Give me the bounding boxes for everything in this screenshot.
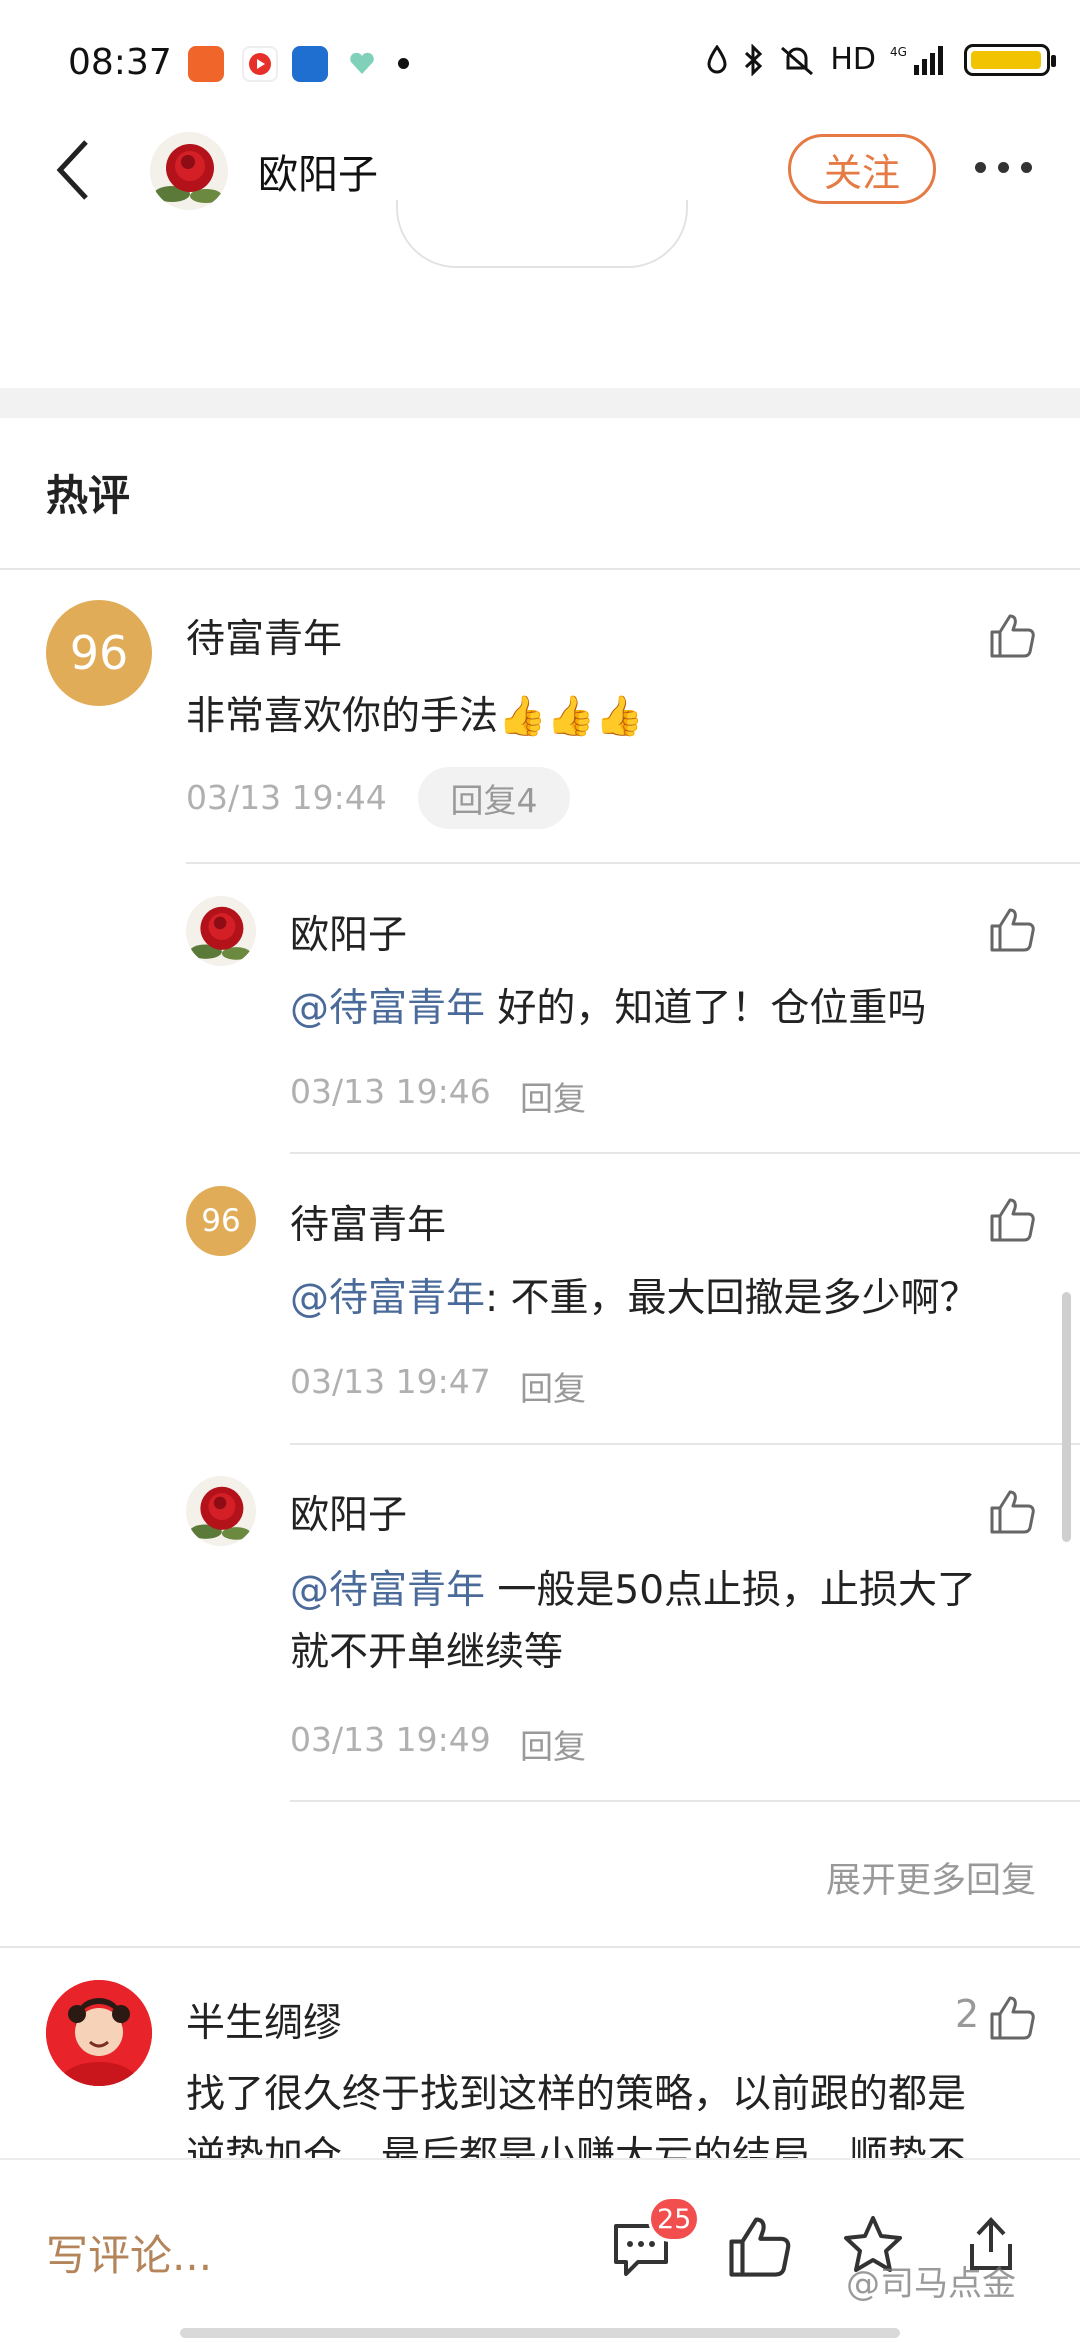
more-dot — [998, 162, 1009, 173]
more-dot — [975, 162, 986, 173]
reply-username[interactable]: 欧阳子 — [290, 1484, 407, 1540]
follow-button[interactable]: 关注 — [788, 134, 936, 204]
comment-body: 非常喜欢你的手法 — [186, 694, 499, 739]
reply-button[interactable]: 回复 — [520, 1362, 586, 1410]
water-drop-icon — [707, 44, 727, 73]
comment-count-badge: 25 — [648, 2196, 701, 2242]
like-post-button[interactable] — [726, 2214, 792, 2280]
like-count: 2 — [955, 1992, 980, 2036]
header-username[interactable]: 欧阳子 — [258, 142, 378, 200]
divider — [290, 1800, 1080, 1802]
avatar[interactable]: 96 — [186, 1186, 256, 1256]
reply-line: @待富青年 一般是50点止损，止损大了 — [290, 1560, 1030, 1622]
reply-time: 03/13 19:47 — [290, 1362, 491, 1401]
more-button[interactable] — [975, 162, 1032, 173]
svg-text:4G: 4G — [890, 45, 907, 59]
scrollbar[interactable] — [1062, 1292, 1071, 1542]
thumbs-up-icon — [990, 1490, 1035, 1534]
comment-username[interactable]: 半生绸缪 — [186, 1992, 342, 2048]
divider — [290, 1443, 1080, 1445]
bluetooth-icon — [745, 43, 763, 76]
avatar[interactable] — [150, 132, 228, 210]
reply-button[interactable]: 回复 — [520, 1072, 586, 1120]
avatar[interactable]: 96 — [46, 600, 152, 706]
like-button[interactable] — [988, 1488, 1036, 1536]
watermark: @司马点金 — [846, 2264, 1016, 2304]
like-button[interactable] — [988, 612, 1036, 660]
network-hd: HD — [830, 42, 876, 77]
divider — [186, 862, 1080, 864]
avatar[interactable] — [186, 1476, 256, 1546]
section-separator — [0, 388, 1080, 418]
thumbs-up-icon — [990, 1198, 1035, 1242]
rose-avatar-icon — [186, 1476, 256, 1546]
comment-username[interactable]: 待富青年 — [186, 608, 342, 664]
mention-link[interactable]: @待富青年 — [290, 986, 485, 1031]
thumbs-up-icon — [729, 2217, 791, 2277]
thumbs-emoji: 👍👍👍 — [498, 694, 644, 739]
avatar[interactable] — [46, 1980, 152, 2086]
status-right: HD 4G — [706, 42, 1056, 77]
reply-time: 03/13 19:49 — [290, 1720, 491, 1759]
thumbs-up-icon — [990, 1996, 1035, 2040]
rose-avatar-icon — [186, 896, 256, 966]
comment-line: 找了很久终于找到这样的策略，以前跟的都是 — [186, 2072, 967, 2117]
reply-body: 一般是50点止损，止损大了 — [485, 1568, 977, 1613]
status-app-icon — [344, 46, 380, 82]
chevron-left-icon — [56, 140, 88, 200]
thumbs-up-icon — [990, 614, 1035, 658]
status-app-icon — [242, 46, 278, 82]
status-app-icon — [188, 46, 224, 82]
reply-body: 好的，知道了！仓位重吗 — [485, 986, 927, 1031]
more-dot — [1021, 162, 1032, 173]
reply-text: @待富青年 好的，知道了！仓位重吗 — [290, 978, 926, 1040]
reply-button[interactable]: 回复 — [520, 1720, 586, 1768]
comment-text: 非常喜欢你的手法👍👍👍 — [186, 686, 644, 748]
like-button[interactable] — [988, 1994, 1036, 2042]
signal-icon: 4G — [890, 45, 943, 75]
status-time: 08:37 — [68, 42, 172, 83]
reply-line: 就不开单继续等 — [290, 1630, 564, 1675]
reply-count-button[interactable]: 回复4 — [418, 767, 570, 829]
reply-time: 03/13 19:46 — [290, 1072, 491, 1111]
child-avatar-icon — [46, 1980, 152, 2086]
comment-line: 逆势加仓，最后都是小赚大亏的结局，顺势不 — [186, 2134, 967, 2158]
mention-link[interactable]: @待富青年 — [290, 1568, 485, 1613]
expand-more-replies[interactable]: 展开更多回复 — [826, 1852, 1036, 1903]
divider — [0, 568, 1080, 570]
battery-icon — [964, 43, 1056, 76]
mute-icon — [781, 46, 814, 75]
section-title: 热评 — [46, 471, 131, 520]
reply-username[interactable]: 待富青年 — [290, 1194, 446, 1250]
avatar[interactable] — [186, 896, 256, 966]
card-edge — [396, 200, 688, 268]
reply-body: : 不重，最大回撤是多少啊？ — [485, 1276, 979, 1321]
home-indicator[interactable] — [180, 2328, 900, 2338]
divider — [0, 1946, 1080, 1948]
rose-avatar-icon — [150, 132, 228, 210]
status-app-icon — [292, 46, 328, 82]
write-comment-input[interactable]: 写评论... — [46, 2222, 212, 2283]
thumbs-up-icon — [990, 908, 1035, 952]
comment-time: 03/13 19:44 — [186, 778, 387, 817]
reply-text: @待富青年: 不重，最大回撤是多少啊？ — [290, 1268, 979, 1330]
status-dot — [398, 58, 409, 69]
reply-text: @待富青年 一般是50点止损，止损大了 就不开单继续等 — [290, 1560, 1030, 1684]
divider — [290, 1152, 1080, 1154]
back-button[interactable] — [50, 138, 102, 202]
comment-text: 找了很久终于找到这样的策略，以前跟的都是 逆势加仓，最后都是小赚大亏的结局，顺势… — [186, 2064, 1046, 2158]
like-button[interactable] — [988, 1196, 1036, 1244]
like-button[interactable] — [988, 906, 1036, 954]
mention-link[interactable]: @待富青年 — [290, 1276, 485, 1321]
reply-username[interactable]: 欧阳子 — [290, 904, 407, 960]
